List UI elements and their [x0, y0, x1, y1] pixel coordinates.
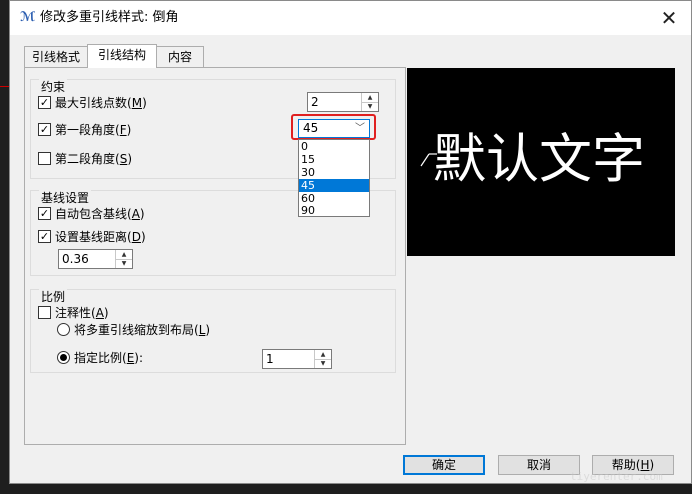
- scale-to-layout-key: L: [198, 323, 206, 337]
- checkbox-checked-icon[interactable]: ✓: [38, 207, 51, 220]
- spin-down-icon[interactable]: ▼: [116, 259, 132, 268]
- first-angle-checkbox[interactable]: ✓ 第一段角度(F): [38, 121, 131, 139]
- second-angle-key: S: [119, 152, 128, 166]
- close-button[interactable]: ✕: [657, 6, 681, 30]
- max-points-value: 2: [311, 95, 319, 109]
- max-points-spinner[interactable]: 2 ▲ ▼: [307, 92, 379, 112]
- watermark: tiyerenter.com: [570, 470, 663, 483]
- scale-value-spinner[interactable]: 1 ▲ ▼: [262, 349, 332, 369]
- angle-option[interactable]: 30: [299, 166, 369, 179]
- baseline-group-title: 基线设置: [39, 189, 92, 206]
- first-angle-key: F: [119, 123, 127, 137]
- modify-mleader-style-dialog: ℳ 修改多重引线样式: 倒角 ✕ 引线格式 引线结构 内容 约束 ✓ 最大引线点数…: [9, 0, 692, 484]
- auto-include-label: 自动包含基线: [55, 207, 128, 221]
- angle-option[interactable]: 90: [299, 204, 369, 218]
- set-distance-label: 设置基线距离: [55, 230, 128, 244]
- scale-to-layout-label: 将多重引线缩放到布局: [74, 323, 195, 337]
- baseline-distance-value: 0.36: [62, 252, 89, 266]
- scale-group-title: 比例: [39, 288, 68, 305]
- radio-unselected-icon[interactable]: [57, 323, 70, 336]
- checkbox-checked-icon[interactable]: ✓: [38, 123, 51, 136]
- specify-scale-radio[interactable]: 指定比例(E):: [57, 349, 143, 367]
- auto-include-baseline-checkbox[interactable]: ✓ 自动包含基线(A): [38, 205, 145, 223]
- baseline-distance-spinner[interactable]: 0.36 ▲ ▼: [58, 249, 133, 269]
- spin-down-icon[interactable]: ▼: [362, 102, 378, 111]
- checkbox-unchecked-icon[interactable]: [38, 306, 51, 319]
- scale-to-layout-radio[interactable]: 将多重引线缩放到布局(L): [57, 321, 210, 339]
- angle-option[interactable]: 60: [299, 192, 369, 205]
- checkbox-checked-icon[interactable]: ✓: [38, 96, 51, 109]
- preview-pane: 默认文字: [407, 68, 675, 256]
- tab-leader-format[interactable]: 引线格式: [24, 46, 88, 67]
- set-baseline-distance-checkbox[interactable]: ✓ 设置基线距离(D): [38, 228, 146, 246]
- specify-scale-key: E: [126, 351, 135, 365]
- red-highlight-box: [291, 114, 376, 140]
- first-angle-label: 第一段角度: [55, 123, 116, 137]
- annotative-label: 注释性: [55, 306, 92, 320]
- ok-button[interactable]: 确定: [403, 455, 485, 475]
- constraints-group-title: 约束: [39, 78, 68, 95]
- specify-scale-label: 指定比例: [74, 351, 123, 365]
- angle-option[interactable]: 15: [299, 153, 369, 166]
- specify-scale-suffix: :: [138, 351, 144, 365]
- dialog-title: 修改多重引线样式: 倒角: [40, 10, 179, 25]
- background-cad-line: [0, 86, 9, 87]
- auto-include-key: A: [131, 207, 140, 221]
- app-icon: ℳ: [20, 10, 36, 25]
- radio-selected-icon[interactable]: [57, 351, 70, 364]
- title-bar: ℳ 修改多重引线样式: 倒角 ✕: [10, 1, 691, 35]
- max-points-label: 最大引线点数: [55, 96, 128, 110]
- spinner-buttons: ▲ ▼: [361, 93, 378, 111]
- cancel-button[interactable]: 取消: [498, 455, 580, 475]
- angle-option[interactable]: 0: [299, 140, 369, 153]
- tab-content[interactable]: 内容: [156, 46, 204, 67]
- angle-dropdown-list: 0 15 30 45 60 90: [298, 139, 370, 217]
- annotative-checkbox[interactable]: 注释性(A): [38, 304, 109, 322]
- max-points-key: M: [131, 96, 143, 110]
- second-angle-checkbox[interactable]: 第二段角度(S): [38, 150, 132, 168]
- tab-leader-structure[interactable]: 引线结构: [87, 44, 157, 68]
- set-distance-key: D: [131, 230, 141, 244]
- angle-option-selected[interactable]: 45: [299, 178, 369, 192]
- scale-value: 1: [266, 352, 274, 366]
- annotative-key: A: [95, 306, 104, 320]
- spinner-buttons: ▲ ▼: [314, 350, 331, 368]
- preview-default-text: 默认文字: [433, 129, 645, 190]
- second-angle-label: 第二段角度: [55, 152, 116, 166]
- checkbox-checked-icon[interactable]: ✓: [38, 230, 51, 243]
- spinner-buttons: ▲ ▼: [115, 250, 132, 268]
- max-points-checkbox[interactable]: ✓ 最大引线点数(M): [38, 94, 147, 112]
- checkbox-unchecked-icon[interactable]: [38, 152, 51, 165]
- spin-down-icon[interactable]: ▼: [315, 359, 331, 368]
